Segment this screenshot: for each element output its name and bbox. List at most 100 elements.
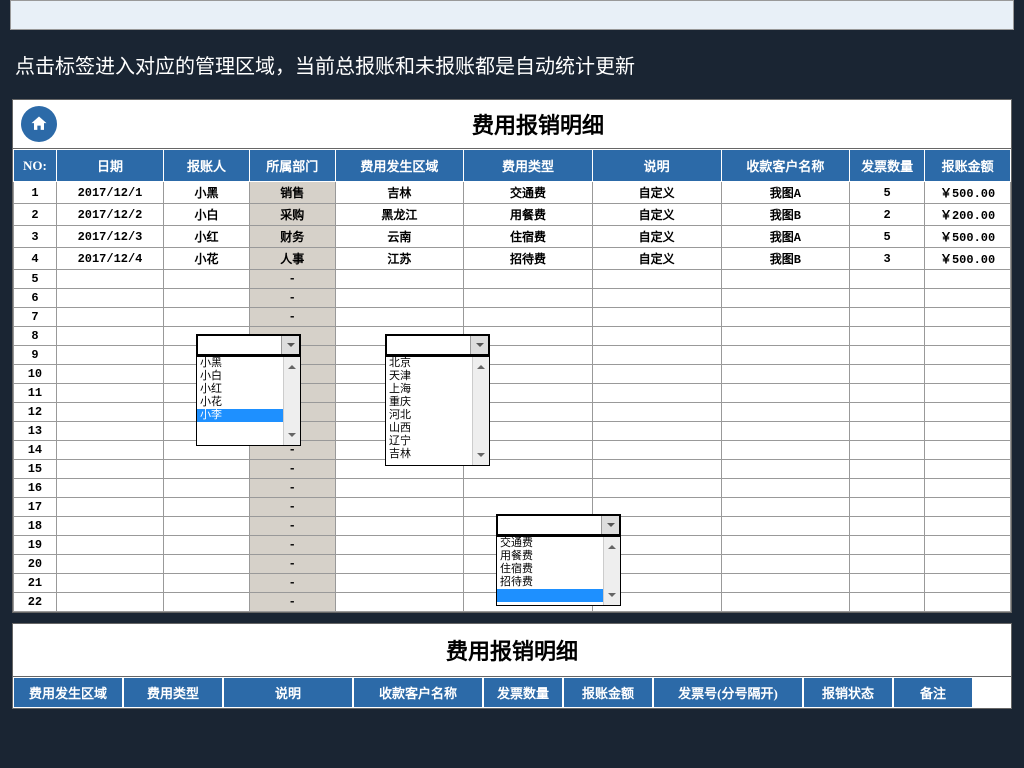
header-type[interactable]: 费用类型 (464, 150, 593, 182)
cell[interactable] (592, 479, 721, 498)
header-qty[interactable]: 发票数量 (850, 150, 925, 182)
cell-dept[interactable]: 人事 (249, 248, 335, 270)
cell[interactable] (464, 308, 593, 327)
home-button[interactable] (21, 106, 57, 142)
dropdown-type-input[interactable] (498, 516, 601, 534)
cell[interactable]: 20 (14, 555, 57, 574)
cell[interactable] (721, 422, 850, 441)
cell[interactable] (721, 536, 850, 555)
cell[interactable] (592, 460, 721, 479)
cell[interactable]: 9 (14, 346, 57, 365)
cell[interactable] (925, 403, 1011, 422)
chevron-down-icon[interactable] (601, 516, 619, 534)
cell[interactable] (164, 536, 250, 555)
cell[interactable] (850, 555, 925, 574)
cell-region[interactable]: 吉林 (335, 182, 464, 204)
scrollbar[interactable] (283, 357, 300, 445)
cell-client[interactable]: 我图B (721, 248, 850, 270)
cell[interactable] (721, 574, 850, 593)
cell-dept[interactable]: 采购 (249, 204, 335, 226)
cell[interactable] (721, 346, 850, 365)
cell[interactable]: 11 (14, 384, 57, 403)
cell-date[interactable]: 2017/12/2 (56, 204, 163, 226)
cell[interactable] (850, 574, 925, 593)
cell[interactable] (56, 308, 163, 327)
cell[interactable]: 12 (14, 403, 57, 422)
cell[interactable] (56, 536, 163, 555)
cell[interactable] (56, 593, 163, 612)
cell-date[interactable]: 2017/12/1 (56, 182, 163, 204)
table-row[interactable]: 13- (14, 422, 1011, 441)
cell[interactable] (592, 422, 721, 441)
cell[interactable] (925, 460, 1011, 479)
cell[interactable] (335, 517, 464, 536)
cell[interactable] (925, 593, 1011, 612)
cell[interactable] (56, 441, 163, 460)
cell[interactable] (721, 270, 850, 289)
cell[interactable] (164, 517, 250, 536)
cell[interactable]: - (249, 460, 335, 479)
cell[interactable] (925, 365, 1011, 384)
cell[interactable] (721, 479, 850, 498)
table-row[interactable]: 14- (14, 441, 1011, 460)
cell[interactable] (925, 327, 1011, 346)
table-row[interactable]: 32017/12/3小红财务云南住宿费自定义我图A5￥500.00 (14, 226, 1011, 248)
cell[interactable] (592, 441, 721, 460)
table-row[interactable]: 9- (14, 346, 1011, 365)
dropdown-region[interactable]: 北京天津上海重庆河北山西辽宁吉林 (385, 334, 490, 466)
cell-dept[interactable]: 财务 (249, 226, 335, 248)
cell[interactable] (721, 517, 850, 536)
cell[interactable] (721, 555, 850, 574)
cell[interactable] (56, 327, 163, 346)
cell[interactable] (850, 365, 925, 384)
cell[interactable] (335, 270, 464, 289)
cell[interactable] (925, 517, 1011, 536)
cell[interactable]: - (249, 536, 335, 555)
cell-type[interactable]: 交通费 (464, 182, 593, 204)
cell[interactable] (592, 270, 721, 289)
cell[interactable] (850, 403, 925, 422)
cell[interactable] (335, 536, 464, 555)
cell[interactable] (335, 308, 464, 327)
cell[interactable]: 16 (14, 479, 57, 498)
cell[interactable] (721, 460, 850, 479)
cell[interactable]: 15 (14, 460, 57, 479)
cell[interactable] (335, 593, 464, 612)
cell[interactable] (56, 555, 163, 574)
cell-desc[interactable]: 自定义 (592, 226, 721, 248)
bottom-header[interactable]: 备注 (893, 677, 973, 708)
cell[interactable] (56, 479, 163, 498)
cell-amt[interactable]: ￥200.00 (925, 204, 1011, 226)
cell-desc[interactable]: 自定义 (592, 204, 721, 226)
bottom-header[interactable]: 收款客户名称 (353, 677, 483, 708)
cell[interactable] (592, 365, 721, 384)
cell[interactable] (56, 460, 163, 479)
cell[interactable] (850, 308, 925, 327)
dropdown-option[interactable]: 用餐费 (497, 550, 620, 563)
cell[interactable] (164, 555, 250, 574)
table-row[interactable]: 16 - (14, 479, 1011, 498)
cell-region[interactable]: 云南 (335, 226, 464, 248)
cell[interactable]: 21 (14, 574, 57, 593)
header-person[interactable]: 报账人 (164, 150, 250, 182)
dropdown-option[interactable]: 住宿费 (497, 563, 620, 576)
cell[interactable] (56, 403, 163, 422)
cell[interactable] (850, 517, 925, 536)
cell[interactable]: - (249, 479, 335, 498)
cell-person[interactable]: 小白 (164, 204, 250, 226)
cell[interactable] (464, 479, 593, 498)
chevron-down-icon[interactable] (281, 336, 299, 354)
cell[interactable] (56, 384, 163, 403)
cell[interactable]: - (249, 289, 335, 308)
cell[interactable]: - (249, 574, 335, 593)
cell[interactable] (925, 536, 1011, 555)
cell[interactable] (592, 346, 721, 365)
cell[interactable] (164, 270, 250, 289)
bottom-header[interactable]: 说明 (223, 677, 353, 708)
cell[interactable]: - (249, 270, 335, 289)
cell[interactable] (721, 384, 850, 403)
table-row[interactable]: 12- (14, 403, 1011, 422)
cell[interactable] (56, 289, 163, 308)
cell-qty[interactable]: 2 (850, 204, 925, 226)
bottom-header[interactable]: 发票号(分号隔开) (653, 677, 803, 708)
